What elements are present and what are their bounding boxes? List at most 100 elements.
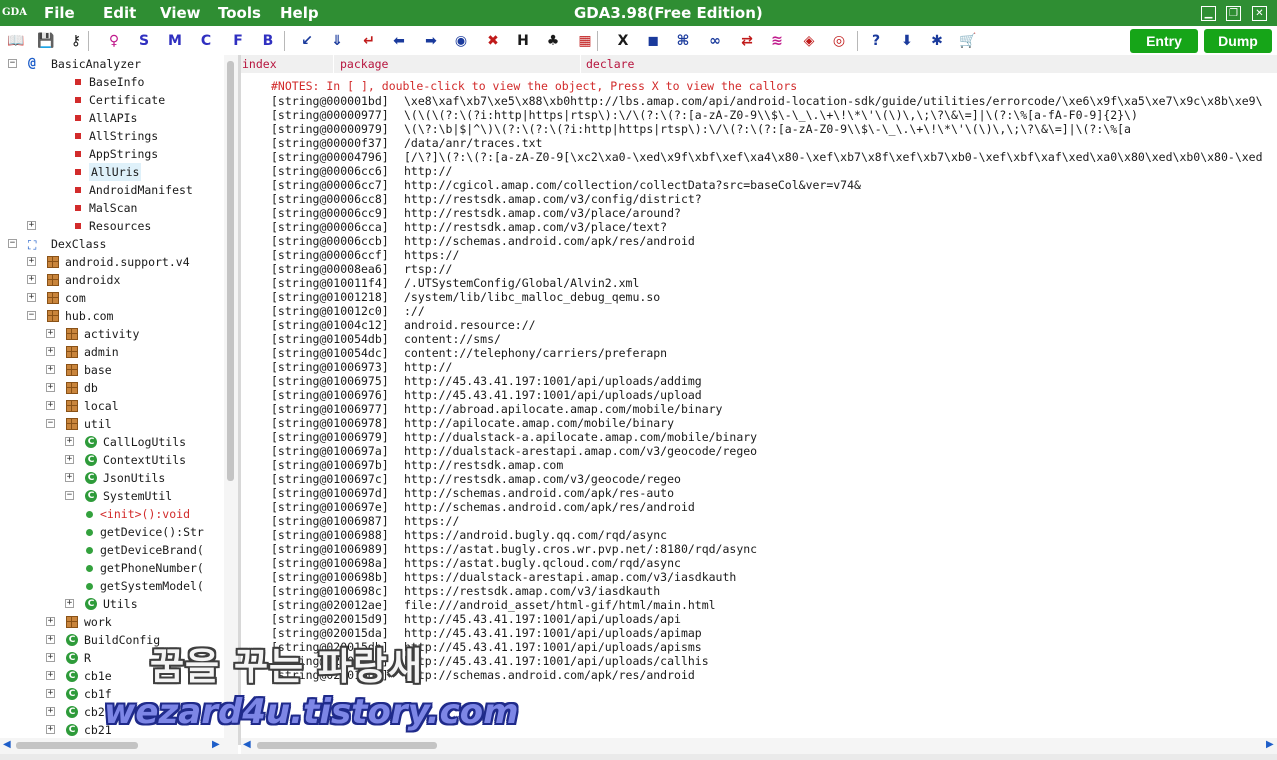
target-icon[interactable]: ◎	[829, 32, 849, 50]
string-id[interactable]: [string@01006988]	[271, 528, 389, 542]
string-search-icon[interactable]: S	[134, 32, 154, 50]
tree-hscroll-thumb[interactable]	[16, 742, 138, 749]
method-search-icon[interactable]: M	[165, 32, 185, 50]
dump-button[interactable]: Dump	[1204, 29, 1272, 53]
string-id[interactable]: [string@00006cc6]	[271, 164, 389, 178]
hex-icon[interactable]: H	[513, 32, 533, 50]
string-id[interactable]: [string@0100698b]	[271, 570, 389, 584]
string-id[interactable]: [string@00008ea6]	[271, 262, 389, 276]
expand-icon[interactable]: +	[46, 653, 55, 662]
expand-icon[interactable]: +	[46, 365, 55, 374]
tree-class-systemutil[interactable]: − C SystemUtil	[0, 487, 224, 505]
tree-item-baseinfo[interactable]: BaseInfo	[0, 73, 224, 91]
close-button[interactable]: ✕	[1252, 6, 1267, 21]
string-id[interactable]: [string@01006976]	[271, 388, 389, 402]
tree-class-utils[interactable]: + C Utils	[0, 595, 224, 613]
string-id[interactable]: [string@0100697a]	[271, 444, 389, 458]
tree-package-util[interactable]: − util	[0, 415, 224, 433]
expand-icon[interactable]: +	[65, 599, 74, 608]
minimize-button[interactable]: ▁	[1201, 6, 1216, 21]
menu-edit[interactable]: Edit	[103, 4, 136, 22]
string-id[interactable]: [string@01006977]	[271, 402, 389, 416]
expand-icon[interactable]: +	[46, 383, 55, 392]
expand-icon[interactable]: +	[27, 275, 36, 284]
column-index[interactable]: index	[242, 55, 277, 73]
tree-item-androidmanifest[interactable]: AndroidManifest	[0, 181, 224, 199]
string-id[interactable]: [string@010054dc]	[271, 346, 389, 360]
tree-root-dexclass[interactable]: − ⛶ DexClass	[0, 235, 224, 253]
graph-icon[interactable]: ♣	[543, 32, 563, 50]
tree-package-com[interactable]: + com	[0, 289, 224, 307]
collapse-icon[interactable]: −	[27, 311, 36, 320]
tree-package-db[interactable]: + db	[0, 379, 224, 397]
tree-class-calllogutils[interactable]: + C CallLogUtils	[0, 433, 224, 451]
content-hscroll-thumb[interactable]	[257, 742, 437, 749]
column-package[interactable]: package	[340, 55, 388, 73]
forward-arrow-icon[interactable]: ➡	[421, 32, 441, 50]
tree-horizontal-scrollbar[interactable]	[0, 738, 238, 754]
tree-method[interactable]: getSystemModel(	[0, 577, 224, 595]
menu-file[interactable]: File	[44, 4, 75, 22]
maximize-button[interactable]: ❐	[1226, 6, 1241, 21]
tree-item-allstrings[interactable]: AllStrings	[0, 127, 224, 145]
tree-item-resources[interactable]: + Resources	[0, 217, 224, 235]
string-id[interactable]: [string@00000979]	[271, 122, 389, 136]
tree-item-malscan[interactable]: MalScan	[0, 199, 224, 217]
string-id[interactable]: [string@010054db]	[271, 332, 389, 346]
string-id[interactable]: [string@00006ccb]	[271, 234, 389, 248]
cart-icon[interactable]: 🛒	[958, 32, 978, 50]
scroll-right-arrow-icon[interactable]: ▶	[1266, 739, 1274, 750]
malware-scan-icon[interactable]: ✖	[483, 32, 503, 50]
search-ai-icon[interactable]: ♀	[104, 32, 124, 50]
exchange-icon[interactable]: ⇄	[737, 32, 757, 50]
column-divider[interactable]	[580, 55, 581, 73]
tree-method[interactable]: <init>():void	[0, 505, 224, 523]
download-icon[interactable]: ⬇	[897, 32, 917, 50]
string-id[interactable]: [string@00006cc9]	[271, 206, 389, 220]
string-id[interactable]: [string@01006989]	[271, 542, 389, 556]
expand-icon[interactable]: +	[46, 725, 55, 734]
xml-icon[interactable]: X	[613, 32, 633, 50]
android-debug-icon[interactable]: ◉	[451, 32, 471, 50]
string-id[interactable]: [string@00004796]	[271, 150, 389, 164]
string-id[interactable]: [string@0100698a]	[271, 556, 389, 570]
column-declare[interactable]: declare	[586, 55, 634, 73]
scroll-right-arrow-icon[interactable]: ▶	[212, 739, 220, 750]
collapse-icon[interactable]: −	[8, 239, 17, 248]
color-grid-icon[interactable]: ▦	[575, 32, 595, 50]
string-id[interactable]: [string@000001bd]	[271, 94, 389, 108]
tree-method[interactable]: getDevice():Str	[0, 523, 224, 541]
spider-icon[interactable]: ✱	[927, 32, 947, 50]
string-id[interactable]: [string@010011f4]	[271, 276, 389, 290]
string-id[interactable]: [string@01006973]	[271, 360, 389, 374]
menu-tools[interactable]: Tools	[218, 4, 261, 22]
class-search-icon[interactable]: C	[196, 32, 216, 50]
string-id[interactable]: [string@0100697e]	[271, 500, 389, 514]
tree-class-jsonutils[interactable]: + C JsonUtils	[0, 469, 224, 487]
tree-package-android-support-v4[interactable]: + android.support.v4	[0, 253, 224, 271]
string-id[interactable]: [string@020015d9]	[271, 612, 389, 626]
string-id[interactable]: [string@00006cca]	[271, 220, 389, 234]
string-id[interactable]: [string@01006987]	[271, 514, 389, 528]
chain-icon[interactable]: ≋	[767, 32, 787, 50]
expand-icon[interactable]: +	[46, 347, 55, 356]
expand-icon[interactable]: +	[27, 293, 36, 302]
scroll-left-arrow-icon[interactable]: ◀	[243, 739, 251, 750]
android-icon[interactable]: ◼	[643, 32, 663, 50]
string-id[interactable]: [string@01006975]	[271, 374, 389, 388]
string-id[interactable]: [string@010012c0]	[271, 304, 389, 318]
expand-icon[interactable]: +	[46, 329, 55, 338]
tree-package-activity[interactable]: + activity	[0, 325, 224, 343]
expand-icon[interactable]: +	[65, 437, 74, 446]
tree-package-hub-com[interactable]: − hub.com	[0, 307, 224, 325]
string-id[interactable]: [string@01004c12]	[271, 318, 389, 332]
expand-icon[interactable]: +	[27, 257, 36, 266]
scroll-left-arrow-icon[interactable]: ◀	[3, 739, 11, 750]
field-search-icon[interactable]: F	[228, 32, 248, 50]
tree-item-alluris[interactable]: AllUris	[0, 163, 224, 181]
help-icon[interactable]: ?	[866, 32, 886, 50]
expand-icon[interactable]: +	[46, 707, 55, 716]
collapse-icon[interactable]: −	[46, 419, 55, 428]
key-icon[interactable]: ⚷	[66, 32, 86, 50]
menu-help[interactable]: Help	[280, 4, 319, 22]
